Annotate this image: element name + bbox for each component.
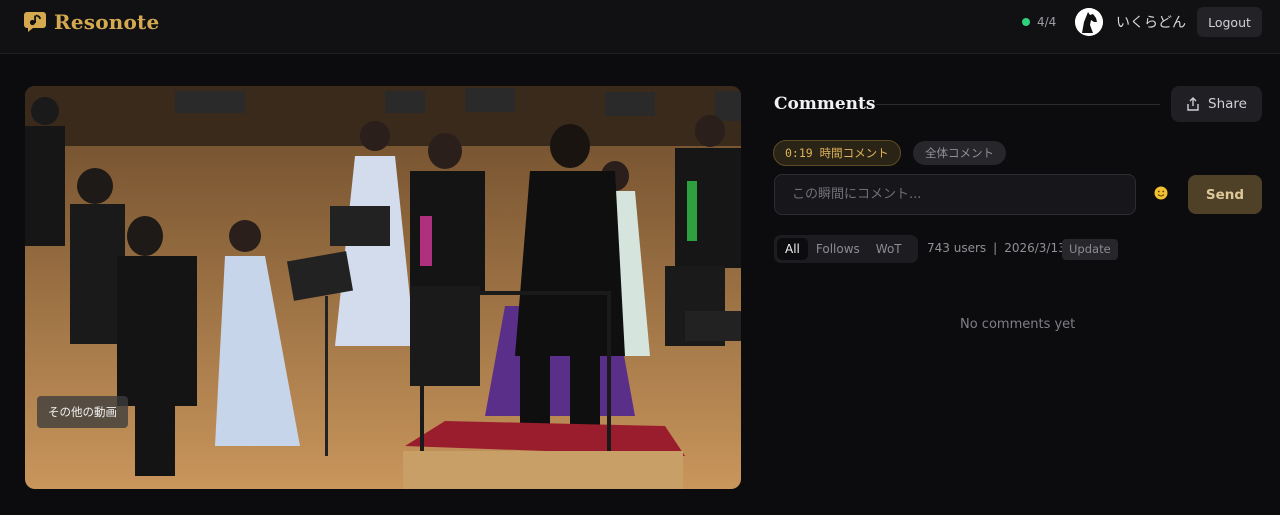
- share-icon: [1187, 97, 1199, 111]
- app-logo[interactable]: Resonote: [24, 10, 159, 34]
- empty-comments-message: No comments yet: [960, 317, 1076, 332]
- comments-date: 2026/3/13: [1004, 241, 1066, 255]
- comment-input[interactable]: [774, 174, 1136, 215]
- avatar[interactable]: [1075, 8, 1103, 36]
- tab-wot[interactable]: WoT: [868, 238, 910, 260]
- video-frame: [25, 86, 741, 489]
- logout-button[interactable]: Logout: [1197, 7, 1262, 37]
- comments-meta: 743 users | 2026/3/13: [927, 241, 1066, 255]
- meta-separator: |: [993, 241, 998, 255]
- status-dot-icon: [1022, 18, 1030, 26]
- share-label: Share: [1208, 96, 1247, 112]
- send-button[interactable]: Send: [1188, 175, 1262, 214]
- title-divider: [876, 104, 1160, 105]
- relay-count: 4/4: [1037, 15, 1057, 29]
- time-comment-chip[interactable]: 0:19 時間コメント: [773, 140, 901, 166]
- username[interactable]: いくらどん: [1116, 12, 1186, 32]
- video-player[interactable]: その他の動画: [25, 86, 741, 489]
- more-videos-button[interactable]: その他の動画: [37, 396, 128, 428]
- tab-follows[interactable]: Follows: [808, 238, 868, 260]
- share-button[interactable]: Share: [1171, 86, 1262, 122]
- comments-title: Comments: [774, 94, 876, 114]
- comment-filter-tabs: All Follows WoT: [774, 235, 918, 263]
- horse-avatar-icon: [1075, 8, 1103, 36]
- top-bar: Resonote 4/4 いくらどん Logout: [0, 0, 1280, 54]
- app-name: Resonote: [54, 10, 160, 34]
- tab-all[interactable]: All: [777, 238, 808, 260]
- users-count: 743 users: [927, 241, 987, 255]
- emoji-icon[interactable]: [1154, 186, 1168, 200]
- music-note-icon: [24, 12, 46, 32]
- general-comment-chip[interactable]: 全体コメント: [913, 141, 1006, 165]
- relay-status: 4/4: [1022, 15, 1056, 29]
- update-button[interactable]: Update: [1062, 239, 1118, 260]
